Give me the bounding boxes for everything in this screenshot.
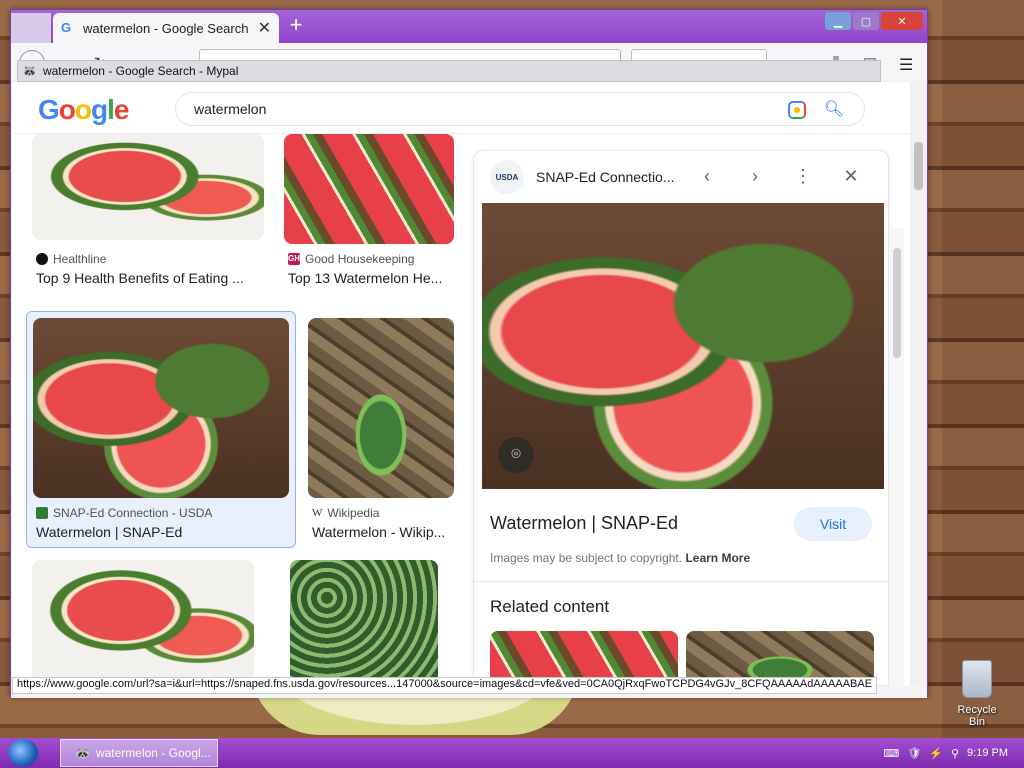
panel-scrollbar[interactable]	[890, 228, 904, 686]
lens-search-icon[interactable]: ⌾	[498, 437, 534, 473]
tab-stub[interactable]	[11, 13, 51, 43]
tab-title: watermelon - Google Search	[83, 20, 249, 36]
learn-more-link[interactable]: Learn More	[685, 551, 750, 565]
window-controls: ▁ ▢ ✕	[825, 12, 923, 30]
recycle-bin-icon	[962, 660, 992, 698]
result-image-6[interactable]	[290, 560, 438, 686]
result-image-5[interactable]	[32, 560, 254, 686]
result-image-healthline[interactable]	[32, 134, 264, 240]
google-lens-icon[interactable]	[788, 101, 806, 119]
tab-tooltip: 🦝 watermelon - Google Search - Mypal	[17, 60, 881, 82]
maximize-button[interactable]: ▢	[853, 12, 879, 30]
copyright-notice: Images may be subject to copyright. Lear…	[490, 551, 751, 565]
panel-header: USDA SNAP-Ed Connectio... ‹ › ⋮ ✕	[474, 151, 888, 203]
google-logo[interactable]: Google	[38, 94, 129, 126]
keyboard-icon[interactable]: ⌨	[883, 747, 899, 760]
tab-strip: G watermelon - Google Search ✕ + ▁ ▢ ✕	[11, 10, 927, 43]
previous-icon[interactable]: ‹	[696, 166, 718, 187]
result-title[interactable]: Top 9 Health Benefits of Eating ...	[36, 270, 258, 286]
visit-button[interactable]: Visit	[794, 507, 872, 541]
result-source[interactable]: GH Good Housekeeping	[288, 252, 414, 266]
clock[interactable]: 9:19 PM	[967, 747, 1008, 759]
related-content-heading: Related content	[490, 597, 610, 616]
panel-divider	[474, 581, 888, 582]
system-tray: ⌨ 🛡 ⚡ ⚲ 9:19 PM	[883, 738, 1024, 768]
network-icon[interactable]: ⚡	[929, 747, 943, 760]
page-scrollbar[interactable]	[911, 82, 927, 686]
minimize-button[interactable]: ▁	[825, 12, 851, 30]
taskbar-item-label: watermelon - Googl...	[95, 746, 211, 760]
search-query: watermelon	[194, 101, 267, 117]
recycle-bin-label: Recycle Bin	[957, 704, 997, 728]
search-icon[interactable]: 🔍︎	[824, 99, 844, 119]
result-source[interactable]: Healthline	[36, 252, 106, 266]
wikipedia-favicon-icon: W	[312, 507, 323, 519]
start-button[interactable]	[8, 739, 38, 767]
healthline-favicon-icon	[36, 253, 48, 265]
result-title[interactable]: Top 13 Watermelon He...	[288, 270, 448, 286]
mypal-icon: 🦝	[75, 746, 90, 760]
google-favicon-icon: G	[61, 20, 72, 35]
result-image-wikipedia[interactable]	[308, 318, 454, 498]
close-window-button[interactable]: ✕	[881, 12, 923, 30]
usda-favicon-icon	[36, 507, 48, 519]
menu-icon[interactable]: ☰	[899, 55, 913, 75]
page-content: Google watermelon 🔍︎ Healthline Top 9 He…	[12, 82, 910, 686]
status-link-url: https://www.google.com/url?sa=i&url=http…	[12, 677, 878, 694]
new-tab-button[interactable]: +	[284, 13, 308, 37]
tooltip-text: watermelon - Google Search - Mypal	[42, 64, 239, 78]
mypal-icon: 🦝	[22, 64, 37, 78]
browser-window: G watermelon - Google Search ✕ + ▁ ▢ ✕ ‹…	[10, 9, 928, 698]
image-results-grid: Healthline Top 9 Health Benefits of Eati…	[12, 134, 472, 686]
image-preview-panel: USDA SNAP-Ed Connectio... ‹ › ⋮ ✕ ⌾ Wate…	[473, 150, 889, 686]
preview-image[interactable]: ⌾	[482, 203, 884, 489]
tab-google-search[interactable]: G watermelon - Google Search ✕	[53, 13, 279, 43]
tab-close-icon[interactable]: ✕	[258, 18, 271, 38]
result-title[interactable]: Watermelon | SNAP-Ed	[36, 524, 286, 540]
search-input[interactable]: watermelon 🔍︎	[175, 92, 865, 126]
result-source[interactable]: SNAP-Ed Connection - USDA	[36, 506, 212, 520]
preview-title[interactable]: Watermelon | SNAP-Ed	[490, 513, 678, 534]
taskbar-item-browser[interactable]: 🦝 watermelon - Googl...	[60, 739, 218, 767]
security-shield-icon[interactable]: 🛡	[907, 747, 921, 760]
more-options-icon[interactable]: ⋮	[792, 166, 814, 187]
result-image-snaped[interactable]	[33, 318, 289, 498]
result-image-goodhousekeeping[interactable]	[284, 134, 454, 244]
search-tray-icon[interactable]: ⚲	[951, 747, 959, 760]
google-header: Google watermelon 🔍︎	[12, 82, 910, 134]
usda-logo: USDA	[490, 160, 524, 194]
result-source[interactable]: W Wikipedia	[312, 506, 379, 520]
close-panel-icon[interactable]: ✕	[840, 166, 862, 187]
next-icon[interactable]: ›	[744, 166, 766, 187]
recycle-bin[interactable]: Recycle Bin	[948, 660, 1006, 728]
panel-source-name[interactable]: SNAP-Ed Connectio...	[536, 169, 676, 185]
result-title[interactable]: Watermelon - Wikip...	[312, 524, 452, 540]
taskbar: 🦝 watermelon - Googl... ⌨ 🛡 ⚡ ⚲ 9:19 PM	[0, 738, 1024, 768]
goodhousekeeping-favicon-icon: GH	[288, 253, 300, 265]
